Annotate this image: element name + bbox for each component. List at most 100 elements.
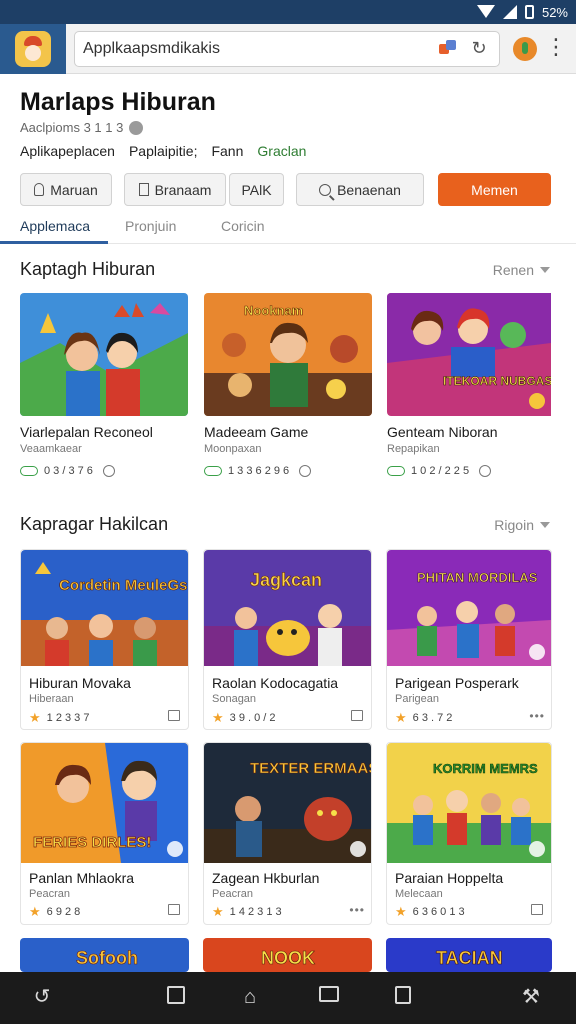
- card-title: Genteam Niboran: [387, 424, 498, 440]
- card-subtitle: Peacran: [212, 888, 253, 900]
- game-card[interactable]: Cordetin MeuleGs Hiburan Movaka Hiberaan…: [20, 549, 189, 730]
- navigation-bar: ↺ ⌂ ⚒: [0, 972, 576, 1024]
- card-stat: 1 0 2 / 2 2 5: [387, 465, 492, 477]
- link-1[interactable]: Aplikapeplacen: [20, 143, 115, 159]
- banner-text: NOOK: [261, 948, 315, 968]
- menu-icon[interactable]: [545, 34, 567, 60]
- battery-icon: [524, 5, 534, 19]
- clock-icon: [299, 465, 312, 477]
- banner-text: TACIAN: [436, 948, 503, 968]
- section-title: Kaptagh Hiburan: [20, 259, 156, 279]
- status-bar: 52%: [0, 0, 576, 24]
- card-stat: ★ 3 9 . 0 / 2: [212, 710, 276, 725]
- section-more[interactable]: Renen: [493, 262, 550, 278]
- url-bar[interactable]: Applkaapsmdikakis ↻: [74, 31, 500, 67]
- section-title: Kapragar Hakilcan: [20, 514, 169, 534]
- url-text: Applkaapsmdikakis: [83, 40, 220, 57]
- back-icon[interactable]: ↺: [30, 985, 54, 1009]
- card-image[interactable]: FERIES DIRLES!: [21, 743, 188, 863]
- banner-text: Jagkcan: [250, 570, 322, 590]
- card-title: Panlan Mhlaokra: [29, 870, 135, 886]
- more-icon[interactable]: •••: [349, 903, 365, 917]
- reload-icon[interactable]: ↻: [469, 38, 489, 58]
- play-icon: [387, 466, 405, 476]
- banner-text: FERIES DIRLES!: [33, 834, 151, 851]
- banner-text: Nooknam: [244, 303, 303, 318]
- square-icon[interactable]: [167, 986, 185, 1004]
- game-card[interactable]: TEXTER ERMAAS Zagean Hkburlan Peacran ★ …: [203, 742, 372, 925]
- card-image[interactable]: Nooknam: [204, 293, 372, 416]
- banner-text: PHITAN MORDILAS: [417, 570, 538, 585]
- banner-text: Cordetin MeuleGs: [59, 577, 187, 594]
- link-3[interactable]: Fann: [211, 143, 243, 159]
- search-icon: [319, 183, 332, 196]
- game-card[interactable]: Jagkcan Raolan Kodocagatia Sonagan ★ 3 9…: [203, 549, 372, 730]
- star-icon: ★: [212, 710, 224, 725]
- battery-level: 52%: [541, 4, 568, 20]
- btn-memen[interactable]: Memen: [438, 173, 551, 206]
- card-image[interactable]: Sofooh: [20, 938, 189, 972]
- card-image[interactable]: NOOK: [203, 938, 372, 972]
- btn-palk[interactable]: PAlK: [229, 173, 284, 206]
- book-icon: [138, 183, 149, 196]
- link-4[interactable]: Graclan: [257, 143, 306, 159]
- tab-pronjuin[interactable]: Pronjuin: [125, 218, 176, 234]
- btn-maruan[interactable]: Maruan: [20, 173, 112, 206]
- game-card[interactable]: Nooknam Madeeam Game Moonpaxan 1 3 3 6 2…: [204, 293, 372, 483]
- game-card[interactable]: KORRIM MEMRS Paraian Hoppelta Melecaan ★…: [386, 742, 552, 925]
- card-subtitle: Moonpaxan: [204, 443, 262, 455]
- play-icon: [20, 466, 38, 476]
- banner-text: ITEKOAR NUBGAS: [443, 374, 551, 388]
- tab-coricin[interactable]: Coricin: [221, 218, 265, 234]
- section-more[interactable]: Rigoin: [494, 517, 550, 533]
- card-image[interactable]: [20, 293, 188, 416]
- card-image[interactable]: PHITAN MORDILAS: [387, 550, 551, 666]
- clock-icon: [479, 465, 492, 477]
- game-card[interactable]: ITEKOAR NUBGAS Genteam Niboran Repapikan…: [387, 293, 555, 483]
- link-2[interactable]: Paplaipitie;: [129, 143, 198, 159]
- card-stat: ★ 1 4 2 3 1 3: [212, 904, 282, 919]
- info-icon[interactable]: [129, 120, 144, 135]
- meta-row: Aaclpioms 3 1 1 3: [20, 120, 144, 135]
- btn-benaenan[interactable]: Benaenan: [296, 173, 424, 206]
- card-subtitle: Repapikan: [387, 443, 440, 455]
- card-stat: ★ 1 2 3 3 7: [29, 710, 90, 725]
- page-title: Marlaps Hiburan: [20, 88, 216, 116]
- banner-text: TEXTER ERMAAS: [250, 760, 371, 777]
- app-logo-icon[interactable]: [0, 24, 66, 74]
- wifi-icon: [476, 5, 495, 19]
- game-card[interactable]: FERIES DIRLES! Panlan Mhlaokra Peacran ★…: [20, 742, 189, 925]
- star-icon: ★: [395, 710, 407, 725]
- game-card[interactable]: Viarlepalan Reconeol Veaamkaear 0 3 / 3 …: [20, 293, 188, 483]
- card-stat: 0 3 / 3 7 6: [20, 465, 115, 477]
- btn-branaam[interactable]: Branaam: [124, 173, 226, 206]
- home-icon[interactable]: ⌂: [238, 985, 262, 1009]
- card-subtitle: Melecaan: [395, 888, 443, 900]
- chevron-down-icon: [540, 267, 550, 273]
- card-image[interactable]: TEXTER ERMAAS: [204, 743, 371, 863]
- bookmark-icon[interactable]: [168, 710, 180, 721]
- tab-applemaca[interactable]: Applemaca: [20, 218, 90, 234]
- tools-icon[interactable]: ⚒: [519, 985, 543, 1009]
- chevron-down-icon: [540, 522, 550, 528]
- bookmark-icon[interactable]: [531, 904, 543, 915]
- more-icon[interactable]: •••: [529, 709, 545, 723]
- card-stat: ★ 6 3 . 7 2: [395, 710, 453, 725]
- card-image[interactable]: Jagkcan: [204, 550, 371, 666]
- card-title: Madeeam Game: [204, 424, 309, 440]
- bookmark-icon[interactable]: [168, 904, 180, 915]
- screen-icon[interactable]: [319, 986, 339, 1002]
- tabs-icon[interactable]: [395, 986, 411, 1004]
- browser-toolbar: Applkaapsmdikakis ↻: [0, 24, 576, 74]
- bookmark-icon[interactable]: [351, 710, 363, 721]
- game-card[interactable]: PHITAN MORDILAS Parigean Posperark Parig…: [386, 549, 552, 730]
- card-image[interactable]: ITEKOAR NUBGAS: [387, 293, 555, 416]
- card-image[interactable]: TACIAN: [386, 938, 552, 972]
- card-image[interactable]: Cordetin MeuleGs: [21, 550, 188, 666]
- card-image[interactable]: KORRIM MEMRS: [387, 743, 551, 863]
- star-icon: ★: [395, 904, 407, 919]
- profile-icon[interactable]: [513, 37, 537, 61]
- puzzle-icon[interactable]: [439, 40, 457, 58]
- banner-text: Sofooh: [76, 948, 138, 968]
- card-subtitle: Hiberaan: [29, 693, 74, 705]
